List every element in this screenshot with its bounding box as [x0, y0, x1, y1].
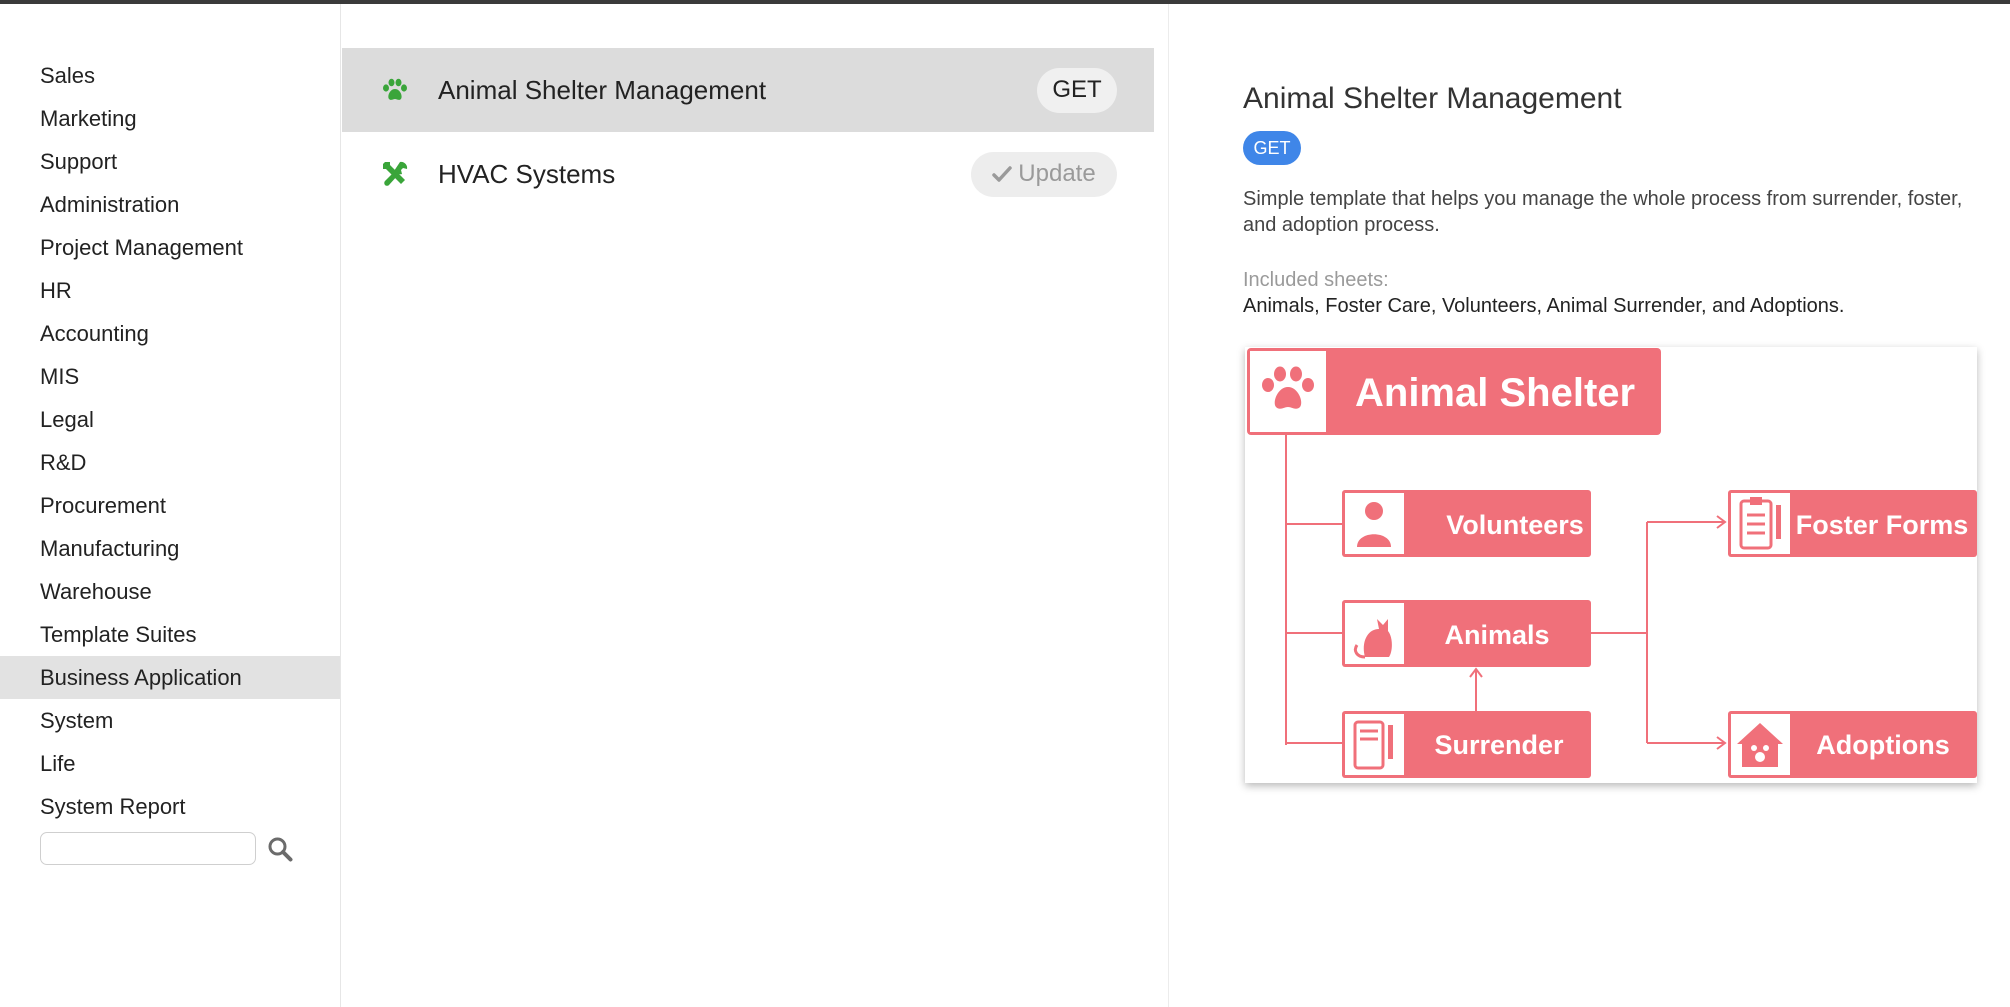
preview-node-surrender: Surrender — [1342, 711, 1591, 778]
svg-text:Adoptions: Adoptions — [1816, 730, 1949, 760]
category-warehouse[interactable]: Warehouse — [0, 570, 340, 613]
preview-node-animals: Animals — [1342, 600, 1591, 667]
update-label: Update — [1018, 160, 1096, 187]
get-button[interactable]: GET — [1037, 67, 1117, 113]
category-mis[interactable]: MIS — [0, 355, 340, 398]
category-template-suites[interactable]: Template Suites — [0, 613, 340, 656]
category-system[interactable]: System — [0, 699, 340, 742]
category-hr[interactable]: HR — [0, 269, 340, 312]
detail-title: Animal Shelter Management — [1243, 82, 1622, 115]
svg-text:Volunteers: Volunteers — [1446, 510, 1584, 540]
category-legal[interactable]: Legal — [0, 398, 340, 441]
template-name: HVAC Systems — [438, 158, 616, 189]
category-manufacturing[interactable]: Manufacturing — [0, 527, 340, 570]
template-list: Animal Shelter Management GET HVAC Syste… — [342, 4, 1169, 1007]
category-sales[interactable]: Sales — [0, 54, 340, 97]
template-row-hvac[interactable]: HVAC Systems Update — [342, 132, 1154, 216]
category-marketing[interactable]: Marketing — [0, 97, 340, 140]
update-button[interactable]: Update — [971, 151, 1117, 197]
category-administration[interactable]: Administration — [0, 183, 340, 226]
included-sheets-value: Animals, Foster Care, Volunteers, Animal… — [1243, 295, 1845, 317]
svg-text:Foster Forms: Foster Forms — [1796, 510, 1969, 540]
preview-node-volunteers: Volunteers — [1342, 490, 1591, 557]
paw-icon — [380, 75, 410, 105]
svg-text:Animals: Animals — [1444, 620, 1549, 650]
category-system-report[interactable]: System Report — [0, 785, 340, 828]
detail-description: Simple template that helps you manage th… — [1243, 188, 1963, 236]
svg-text:Surrender: Surrender — [1434, 730, 1564, 760]
check-icon — [992, 165, 1013, 183]
preview-node-adoptions: Adoptions — [1728, 711, 1977, 778]
template-row-animal-shelter[interactable]: Animal Shelter Management GET — [342, 48, 1154, 132]
category-r-and-d[interactable]: R&D — [0, 441, 340, 484]
template-preview-image: Animal Shelter Volunteers Animals Surren… — [1245, 347, 1977, 783]
category-accounting[interactable]: Accounting — [0, 312, 340, 355]
preview-header-text: Animal Shelter — [1355, 371, 1635, 415]
category-life[interactable]: Life — [0, 742, 340, 785]
search-input[interactable] — [40, 832, 256, 865]
template-detail: Animal Shelter Management GET Simple tem… — [1170, 4, 2010, 1007]
preview-connectors — [1285, 434, 1727, 750]
search-icon[interactable] — [266, 835, 294, 863]
category-procurement[interactable]: Procurement — [0, 484, 340, 527]
category-sidebar: Sales Marketing Support Administration P… — [0, 4, 341, 1007]
category-support[interactable]: Support — [0, 140, 340, 183]
tools-icon — [380, 159, 410, 189]
category-business-application[interactable]: Business Application — [0, 656, 340, 699]
search-row — [40, 832, 294, 865]
template-name: Animal Shelter Management — [438, 74, 767, 105]
preview-node-foster-forms: Foster Forms — [1728, 490, 1977, 557]
preview-header: Animal Shelter — [1247, 348, 1661, 435]
category-list: Sales Marketing Support Administration P… — [0, 54, 340, 828]
detail-get-button[interactable]: GET — [1243, 131, 1301, 165]
category-project-management[interactable]: Project Management — [0, 226, 340, 269]
included-sheets-label: Included sheets: — [1243, 269, 1389, 291]
